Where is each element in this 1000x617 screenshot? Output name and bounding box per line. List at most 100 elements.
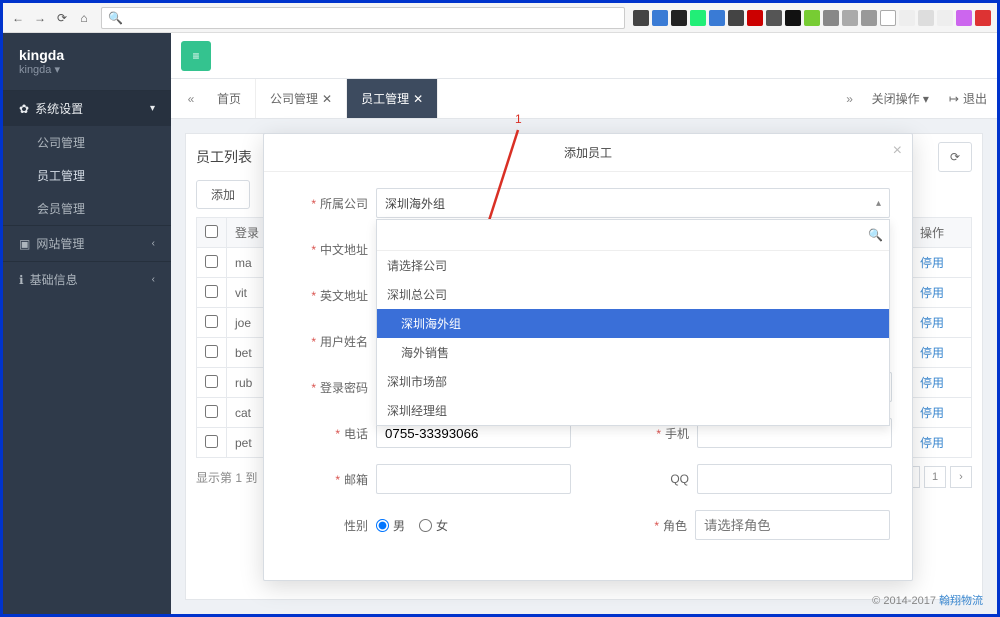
caret-icon: ▴ bbox=[876, 198, 881, 209]
tabs-next[interactable]: » bbox=[838, 79, 862, 118]
tabs-prev[interactable]: « bbox=[179, 79, 203, 118]
chevron-left-icon: ‹ bbox=[152, 274, 155, 285]
tabs-row: « 首页 公司管理✕ 员工管理 ✕ » 关闭操作 ▾ ↦退出 bbox=[171, 79, 997, 119]
label-email: 邮箱 bbox=[344, 473, 368, 487]
sidebar-item-member[interactable]: 会员管理 bbox=[3, 192, 171, 225]
address-bar[interactable]: 🔍 bbox=[101, 7, 625, 29]
label-qq: QQ bbox=[670, 472, 689, 486]
row-checkbox[interactable] bbox=[205, 315, 218, 328]
ext-icon[interactable] bbox=[633, 10, 649, 26]
col-action: 操作 bbox=[912, 218, 972, 248]
ext-icon[interactable] bbox=[937, 10, 953, 26]
dropdown-search-input[interactable] bbox=[383, 224, 868, 246]
ext-icon[interactable] bbox=[956, 10, 972, 26]
gender-female-radio[interactable]: 女 bbox=[419, 517, 448, 534]
ext-icon[interactable] bbox=[690, 10, 706, 26]
brand: kingda kingda ▾ bbox=[3, 33, 171, 90]
ext-icon[interactable] bbox=[975, 10, 991, 26]
label-gender: 性别 bbox=[344, 519, 368, 533]
dropdown-option[interactable]: 深圳经理组 bbox=[377, 396, 889, 425]
pager-info: 显示第 1 到 bbox=[196, 469, 257, 486]
reload-button[interactable]: ⟳ bbox=[53, 9, 71, 27]
pager-page[interactable]: 1 bbox=[924, 466, 946, 488]
disable-link[interactable]: 停用 bbox=[920, 346, 944, 360]
sidebar-section-system[interactable]: ✿ 系统设置 ▾ bbox=[3, 90, 171, 126]
sidebar-section-baseinfo[interactable]: ℹ 基础信息 ‹ bbox=[3, 261, 171, 297]
close-icon[interactable]: × bbox=[893, 142, 902, 160]
disable-link[interactable]: 停用 bbox=[920, 256, 944, 270]
add-employee-modal: 添加员工 × 所属公司 深圳海外组 ▴ 🔍 请选择公司 bbox=[263, 133, 913, 581]
dropdown-option[interactable]: 深圳海外组 bbox=[377, 309, 889, 338]
company-select[interactable]: 深圳海外组 ▴ 🔍 请选择公司 深圳总公司 深圳海外组 海外销售 深圳市场部 bbox=[376, 188, 890, 218]
dropdown-option[interactable]: 海外销售 bbox=[377, 338, 889, 367]
disable-link[interactable]: 停用 bbox=[920, 406, 944, 420]
brand-sub[interactable]: kingda ▾ bbox=[19, 63, 155, 76]
label-password: 登录密码 bbox=[320, 381, 368, 395]
row-checkbox[interactable] bbox=[205, 405, 218, 418]
add-button[interactable]: 添加 bbox=[196, 180, 250, 209]
ext-icon[interactable] bbox=[918, 10, 934, 26]
star-icon[interactable] bbox=[880, 10, 896, 26]
close-ops-dropdown[interactable]: 关闭操作 ▾ bbox=[862, 79, 939, 118]
refresh-button[interactable]: ⟳ bbox=[938, 142, 972, 172]
ext-icon[interactable] bbox=[899, 10, 915, 26]
company-selected-value: 深圳海外组 bbox=[385, 195, 445, 212]
site-icon: ▣ bbox=[19, 237, 30, 251]
sidebar-item-company[interactable]: 公司管理 bbox=[3, 126, 171, 159]
dropdown-option[interactable]: 深圳市场部 bbox=[377, 367, 889, 396]
ext-icon[interactable] bbox=[842, 10, 858, 26]
search-icon: 🔍 bbox=[868, 228, 883, 242]
sidebar-section-website[interactable]: ▣ 网站管理 ‹ bbox=[3, 225, 171, 261]
select-all-checkbox[interactable] bbox=[205, 225, 218, 238]
info-icon: ℹ bbox=[19, 273, 24, 287]
section-label: 基础信息 bbox=[30, 271, 78, 288]
row-checkbox[interactable] bbox=[205, 345, 218, 358]
close-icon[interactable]: ✕ bbox=[413, 92, 423, 106]
sidebar: kingda kingda ▾ ✿ 系统设置 ▾ 公司管理 员工管理 会员管理 … bbox=[3, 33, 171, 614]
tab-employee[interactable]: 员工管理 ✕ bbox=[347, 79, 438, 118]
ext-icon[interactable] bbox=[709, 10, 725, 26]
ext-icon[interactable] bbox=[823, 10, 839, 26]
browser-toolbar: ← → ⟳ ⌂ 🔍 bbox=[3, 3, 997, 33]
menu-toggle[interactable]: ≡ bbox=[181, 41, 211, 71]
pager-next[interactable]: › bbox=[950, 466, 972, 488]
row-checkbox[interactable] bbox=[205, 255, 218, 268]
tab-company[interactable]: 公司管理✕ bbox=[256, 79, 347, 118]
dropdown-search: 🔍 bbox=[377, 220, 889, 251]
row-checkbox[interactable] bbox=[205, 435, 218, 448]
ext-icon[interactable] bbox=[728, 10, 744, 26]
close-icon[interactable]: ✕ bbox=[322, 92, 332, 106]
gender-male-radio[interactable]: 男 bbox=[376, 517, 405, 534]
forward-button[interactable]: → bbox=[31, 9, 49, 27]
ext-icon[interactable] bbox=[766, 10, 782, 26]
disable-link[interactable]: 停用 bbox=[920, 436, 944, 450]
dropdown-option[interactable]: 请选择公司 bbox=[377, 251, 889, 280]
home-button[interactable]: ⌂ bbox=[75, 9, 93, 27]
disable-link[interactable]: 停用 bbox=[920, 286, 944, 300]
ext-icon[interactable] bbox=[804, 10, 820, 26]
ext-icon[interactable] bbox=[747, 10, 763, 26]
row-checkbox[interactable] bbox=[205, 285, 218, 298]
email-input[interactable] bbox=[376, 464, 571, 494]
qq-input[interactable] bbox=[697, 464, 892, 494]
ext-icon[interactable] bbox=[861, 10, 877, 26]
label-en-address: 英文地址 bbox=[320, 289, 368, 303]
section-label: 系统设置 bbox=[35, 100, 83, 117]
disable-link[interactable]: 停用 bbox=[920, 376, 944, 390]
dropdown-option[interactable]: 深圳总公司 bbox=[377, 280, 889, 309]
ext-icon[interactable] bbox=[671, 10, 687, 26]
logout-button[interactable]: ↦退出 bbox=[939, 79, 997, 118]
ext-icon[interactable] bbox=[652, 10, 668, 26]
panel-title: 员工列表 bbox=[196, 147, 252, 167]
label-role: 角色 bbox=[663, 519, 687, 533]
disable-link[interactable]: 停用 bbox=[920, 316, 944, 330]
back-button[interactable]: ← bbox=[9, 9, 27, 27]
sidebar-item-employee[interactable]: 员工管理 bbox=[3, 159, 171, 192]
role-select[interactable] bbox=[695, 510, 890, 540]
label-mobile: 手机 bbox=[665, 427, 689, 441]
ext-icon[interactable] bbox=[785, 10, 801, 26]
tab-home[interactable]: 首页 bbox=[203, 79, 256, 118]
row-checkbox[interactable] bbox=[205, 375, 218, 388]
footer: © 2014-2017 翰翔物流 bbox=[872, 592, 983, 608]
footer-link[interactable]: 翰翔物流 bbox=[939, 595, 983, 607]
